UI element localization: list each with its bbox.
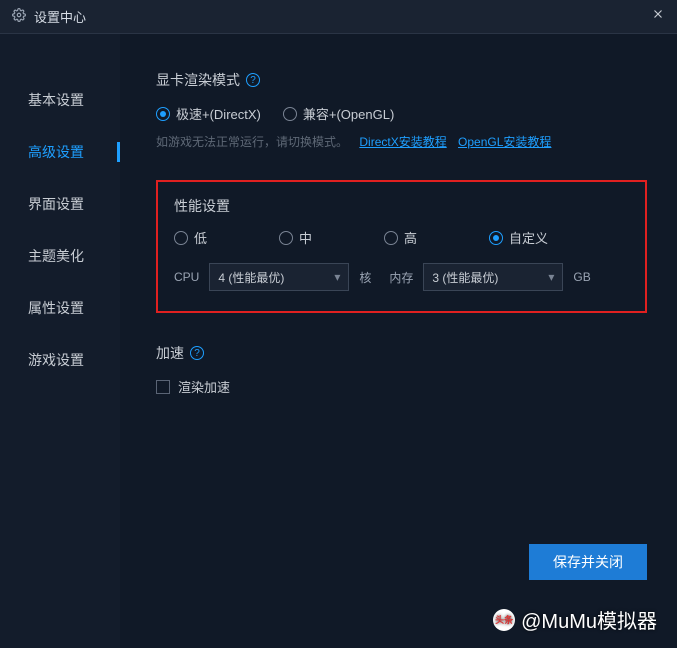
sidebar-item-basic[interactable]: 基本设置 (0, 74, 120, 126)
radio-circle-icon (384, 231, 398, 245)
watermark-icon: 头条 (493, 609, 515, 631)
sidebar: 基本设置 高级设置 界面设置 主题美化 属性设置 游戏设置 (0, 34, 120, 648)
radio-opengl[interactable]: 兼容+(OpenGL) (283, 104, 394, 123)
window-title: 设置中心 (34, 7, 651, 26)
select-value: 4 (性能最优) (218, 269, 284, 286)
mem-label: 内存 (389, 269, 413, 286)
mem-select[interactable]: 3 (性能最优) ▾ (423, 263, 563, 291)
mem-unit: GB (573, 270, 590, 284)
help-icon[interactable]: ? (246, 73, 260, 87)
radio-circle-icon (489, 231, 503, 245)
spec-row: CPU 4 (性能最优) ▾ 核 内存 3 (性能最优) ▾ GB (174, 263, 629, 291)
radio-label: 高 (404, 228, 417, 247)
radio-circle-icon (156, 107, 170, 121)
render-hint: 如游戏无法正常运行，请切换模式。 DirectX安装教程 OpenGL安装教程 (156, 133, 647, 150)
radio-label: 低 (194, 228, 207, 247)
section-label: 加速 (156, 343, 184, 363)
radio-circle-icon (174, 231, 188, 245)
sidebar-item-label: 界面设置 (28, 194, 84, 214)
sidebar-item-advanced[interactable]: 高级设置 (0, 126, 120, 178)
radio-label: 极速+(DirectX) (176, 104, 261, 123)
render-mode-radios: 极速+(DirectX) 兼容+(OpenGL) (156, 104, 647, 123)
sidebar-item-label: 高级设置 (28, 142, 84, 162)
performance-radios: 低 中 高 自定义 (174, 228, 629, 247)
sidebar-item-label: 游戏设置 (28, 350, 84, 370)
section-label: 显卡渲染模式 (156, 70, 240, 90)
link-directx-tutorial[interactable]: DirectX安装教程 (359, 135, 446, 149)
watermark: 头条 @MuMu模拟器 (493, 605, 657, 634)
checkbox-label: 渲染加速 (178, 377, 230, 396)
radio-circle-icon (283, 107, 297, 121)
radio-label: 中 (299, 228, 312, 247)
render-accel-row: 渲染加速 (156, 377, 647, 396)
radio-label: 自定义 (509, 228, 548, 247)
section-label: 性能设置 (174, 196, 230, 216)
footer: 保存并关闭 (529, 544, 647, 580)
hint-text: 如游戏无法正常运行，请切换模式。 (156, 135, 348, 149)
radio-directx[interactable]: 极速+(DirectX) (156, 104, 261, 123)
sidebar-item-label: 主题美化 (28, 246, 84, 266)
sidebar-item-ui[interactable]: 界面设置 (0, 178, 120, 230)
select-value: 3 (性能最优) (432, 269, 498, 286)
sidebar-item-label: 属性设置 (28, 298, 84, 318)
save-button[interactable]: 保存并关闭 (529, 544, 647, 580)
watermark-text: @MuMu模拟器 (521, 605, 657, 634)
gear-icon (12, 8, 26, 25)
sidebar-item-game[interactable]: 游戏设置 (0, 334, 120, 386)
radio-circle-icon (279, 231, 293, 245)
radio-label: 兼容+(OpenGL) (303, 104, 394, 123)
accel-title: 加速 ? (156, 343, 647, 363)
cpu-unit: 核 (359, 269, 371, 286)
cpu-select[interactable]: 4 (性能最优) ▾ (209, 263, 349, 291)
performance-title: 性能设置 (174, 196, 629, 216)
help-icon[interactable]: ? (190, 346, 204, 360)
performance-box: 性能设置 低 中 高 自定义 (156, 180, 647, 313)
sidebar-item-label: 基本设置 (28, 90, 84, 110)
content-panel: 显卡渲染模式 ? 极速+(DirectX) 兼容+(OpenGL) 如游戏无法正… (120, 34, 677, 648)
chevron-down-icon: ▾ (548, 270, 554, 284)
titlebar: 设置中心 (0, 0, 677, 34)
radio-low[interactable]: 低 (174, 228, 279, 247)
close-icon[interactable] (651, 7, 665, 26)
radio-medium[interactable]: 中 (279, 228, 384, 247)
sidebar-item-theme[interactable]: 主题美化 (0, 230, 120, 282)
render-mode-title: 显卡渲染模式 ? (156, 70, 647, 90)
link-opengl-tutorial[interactable]: OpenGL安装教程 (458, 135, 551, 149)
chevron-down-icon: ▾ (334, 270, 340, 284)
radio-custom[interactable]: 自定义 (489, 228, 548, 247)
sidebar-item-props[interactable]: 属性设置 (0, 282, 120, 334)
radio-high[interactable]: 高 (384, 228, 489, 247)
cpu-label: CPU (174, 270, 199, 284)
render-accel-checkbox[interactable] (156, 380, 170, 394)
